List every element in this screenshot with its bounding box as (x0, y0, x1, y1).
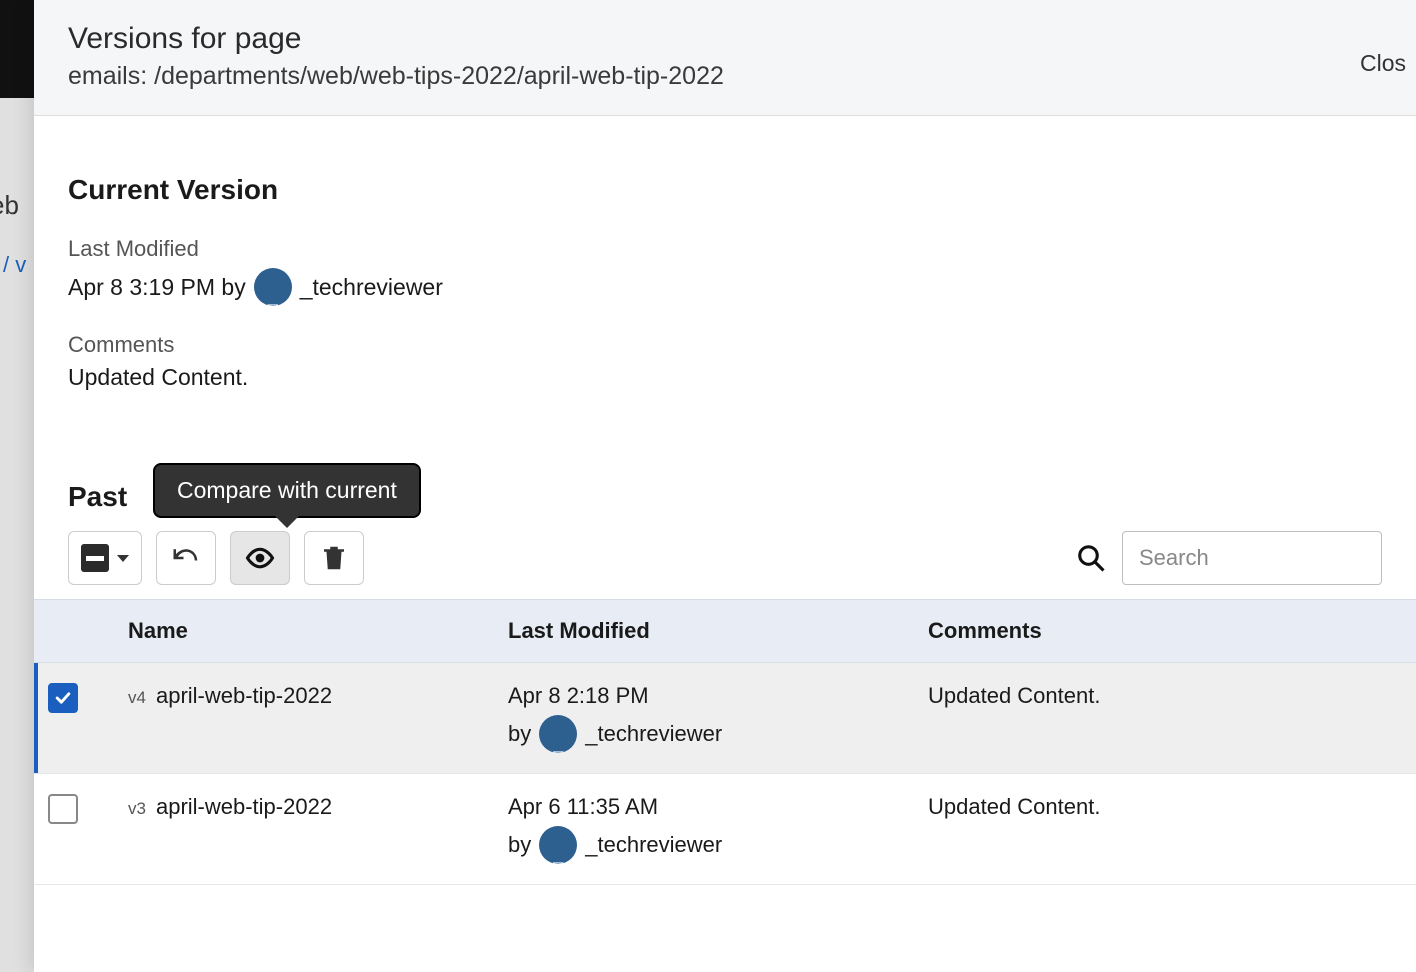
avatar: _ (539, 715, 577, 753)
versions-toolbar (34, 531, 1416, 585)
search-icon (1076, 543, 1106, 573)
comments-label: Comments (68, 332, 1382, 358)
compare-tooltip: Compare with current (153, 463, 421, 518)
version-comments: Updated Content. (914, 663, 1416, 774)
backdrop-dark-strip (0, 0, 34, 98)
eye-icon (245, 543, 275, 573)
version-name[interactable]: april-web-tip-2022 (156, 683, 332, 709)
check-icon (53, 688, 73, 708)
select-all-dropdown[interactable] (68, 531, 142, 585)
compare-button[interactable] (230, 531, 290, 585)
table-row[interactable]: v3 april-web-tip-2022 Apr 6 11:35 AM by … (34, 774, 1416, 885)
version-tag: v4 (128, 688, 146, 708)
table-header-row: Name Last Modified Comments (34, 600, 1416, 663)
version-modified-date: Apr 8 2:18 PM (508, 683, 900, 709)
column-header-modified[interactable]: Last Modified (494, 600, 914, 663)
column-header-name[interactable]: Name (114, 600, 494, 663)
version-name[interactable]: april-web-tip-2022 (156, 794, 332, 820)
modal-body: Current Version Last Modified Apr 8 3:19… (34, 116, 1416, 972)
versions-table: Name Last Modified Comments (34, 599, 1416, 885)
modal-title: Versions for page (68, 22, 1382, 56)
row-checkbox[interactable] (48, 794, 78, 824)
trash-icon (319, 543, 349, 573)
restore-button[interactable] (156, 531, 216, 585)
last-modified-timestamp: Apr 8 3:19 PM by (68, 274, 246, 301)
row-checkbox[interactable] (48, 683, 78, 713)
modal-header: Versions for page emails: /departments/w… (34, 0, 1416, 116)
search-area (1076, 531, 1382, 585)
select-indeterminate-icon (81, 544, 109, 572)
backdrop-breadcrumb-fragment: / v (3, 252, 26, 278)
current-version-section: Current Version Last Modified Apr 8 3:19… (34, 174, 1416, 391)
chevron-down-icon (117, 555, 129, 562)
version-user[interactable]: _techreviewer (585, 832, 722, 858)
comments-value: Updated Content. (68, 364, 1382, 391)
last-modified-value: Apr 8 3:19 PM by _ _techreviewer (68, 268, 1382, 306)
close-button[interactable]: Clos (1360, 50, 1406, 77)
undo-icon (171, 543, 201, 573)
past-versions-section: Compare with current Past (34, 481, 1416, 885)
last-modified-user[interactable]: _techreviewer (300, 274, 443, 301)
column-header-checkbox (34, 600, 114, 663)
avatar: _ (254, 268, 292, 306)
avatar: _ (539, 826, 577, 864)
column-header-comments[interactable]: Comments (914, 600, 1416, 663)
search-input[interactable] (1122, 531, 1382, 585)
by-prefix: by (508, 721, 531, 747)
versions-modal: Versions for page emails: /departments/w… (34, 0, 1416, 972)
by-prefix: by (508, 832, 531, 858)
version-tag: v3 (128, 799, 146, 819)
version-comments: Updated Content. (914, 774, 1416, 885)
last-modified-label: Last Modified (68, 236, 1382, 262)
modal-subtitle: emails: /departments/web/web-tips-2022/a… (68, 62, 1382, 91)
current-version-heading: Current Version (68, 174, 1382, 206)
version-modified-date: Apr 6 11:35 AM (508, 794, 900, 820)
version-user[interactable]: _techreviewer (585, 721, 722, 747)
table-row[interactable]: v4 april-web-tip-2022 Apr 8 2:18 PM by _ (34, 663, 1416, 774)
backdrop-text-fragment: eb (0, 190, 19, 221)
delete-button[interactable] (304, 531, 364, 585)
